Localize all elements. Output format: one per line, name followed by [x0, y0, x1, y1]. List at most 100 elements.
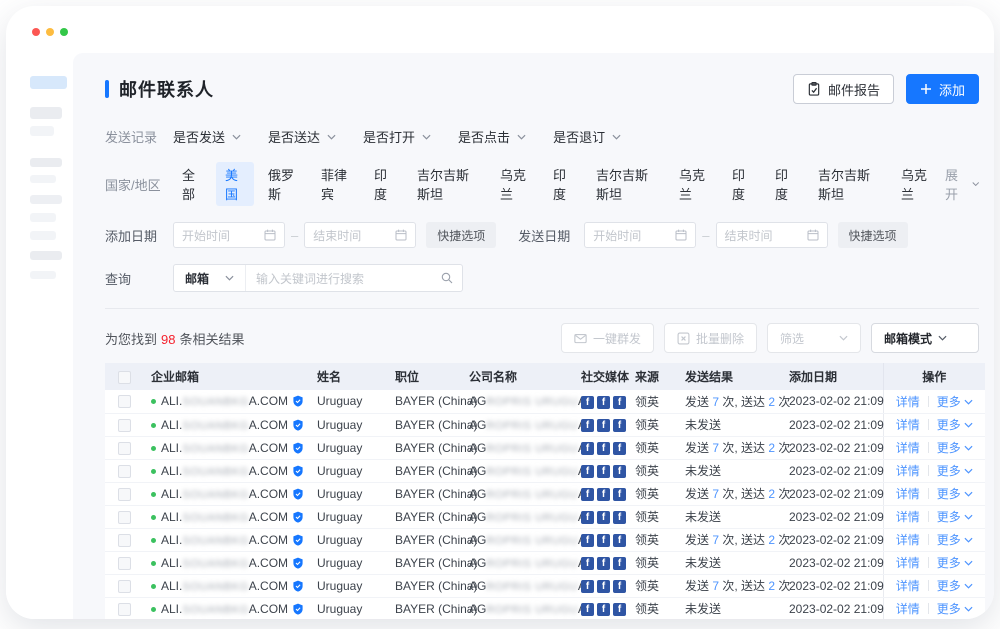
country-chip[interactable]: 俄罗斯 [259, 162, 307, 206]
detail-link[interactable]: 详情 [896, 602, 920, 616]
detail-link[interactable]: 详情 [896, 556, 920, 570]
filter-dropdown[interactable]: 是否送达 [268, 127, 336, 146]
filter-select[interactable]: 筛选 [767, 323, 861, 353]
email-cell[interactable]: ALI.SOUANBKGA.COM [143, 597, 309, 619]
email-cell[interactable]: ALI.SOUANBKGA.COM [143, 482, 309, 505]
country-chip[interactable]: 乌克兰 [670, 162, 718, 206]
facebook-icon[interactable]: f [581, 534, 594, 547]
email-cell[interactable]: ALI.SOUANBKGA.COM [143, 413, 309, 436]
row-checkbox[interactable] [118, 580, 131, 593]
facebook-icon[interactable]: f [597, 442, 610, 455]
facebook-icon[interactable]: f [581, 580, 594, 593]
facebook-icon[interactable]: f [581, 511, 594, 524]
filter-dropdown[interactable]: 是否点击 [458, 127, 526, 146]
maximize-window-dot[interactable] [60, 28, 68, 36]
facebook-icon[interactable]: f [597, 603, 610, 616]
more-link[interactable]: 更多 [937, 487, 973, 501]
more-link[interactable]: 更多 [937, 510, 973, 524]
country-chip[interactable]: 印度 [766, 162, 804, 206]
facebook-icon[interactable]: f [581, 465, 594, 478]
more-link[interactable]: 更多 [937, 579, 973, 593]
facebook-icon[interactable]: f [613, 511, 626, 524]
add-date-quick-options-button[interactable]: 快捷选项 [426, 222, 496, 248]
more-link[interactable]: 更多 [937, 602, 973, 616]
row-checkbox[interactable] [118, 419, 131, 432]
country-chip[interactable]: 吉尔吉斯斯坦 [408, 162, 486, 206]
more-link[interactable]: 更多 [937, 441, 973, 455]
detail-link[interactable]: 详情 [896, 510, 920, 524]
row-checkbox[interactable] [118, 442, 131, 455]
email-report-button[interactable]: 邮件报告 [793, 74, 894, 104]
facebook-icon[interactable]: f [613, 442, 626, 455]
facebook-icon[interactable]: f [597, 534, 610, 547]
add-date-end-input[interactable]: 结束时间 [304, 222, 416, 248]
country-chip[interactable]: 菲律宾 [312, 162, 360, 206]
more-link[interactable]: 更多 [937, 556, 973, 570]
more-link[interactable]: 更多 [937, 395, 973, 409]
filter-dropdown[interactable]: 是否打开 [363, 127, 431, 146]
email-cell[interactable]: ALI.SOUANBKGA.COM [143, 390, 309, 413]
country-chip[interactable]: 乌克兰 [892, 162, 940, 206]
close-window-dot[interactable] [32, 28, 40, 36]
filter-dropdown[interactable]: 是否发送 [173, 127, 241, 146]
row-checkbox[interactable] [118, 603, 131, 616]
row-checkbox[interactable] [118, 395, 131, 408]
facebook-icon[interactable]: f [613, 557, 626, 570]
send-date-start-input[interactable]: 开始时间 [584, 222, 696, 248]
detail-link[interactable]: 详情 [896, 464, 920, 478]
detail-link[interactable]: 详情 [896, 395, 920, 409]
facebook-icon[interactable]: f [581, 557, 594, 570]
facebook-icon[interactable]: f [581, 396, 594, 409]
minimize-window-dot[interactable] [46, 28, 54, 36]
mode-select[interactable]: 邮箱模式 [871, 323, 979, 353]
facebook-icon[interactable]: f [581, 603, 594, 616]
country-chip[interactable]: 印度 [544, 162, 582, 206]
more-link[interactable]: 更多 [937, 533, 973, 547]
select-all-checkbox[interactable] [118, 371, 131, 384]
search-icon[interactable] [441, 272, 453, 284]
send-date-quick-options-button[interactable]: 快捷选项 [838, 222, 908, 248]
country-chip[interactable]: 印度 [723, 162, 761, 206]
filter-dropdown[interactable]: 是否退订 [553, 127, 621, 146]
facebook-icon[interactable]: f [613, 419, 626, 432]
facebook-icon[interactable]: f [613, 488, 626, 501]
facebook-icon[interactable]: f [597, 511, 610, 524]
row-checkbox[interactable] [118, 488, 131, 501]
facebook-icon[interactable]: f [613, 465, 626, 478]
detail-link[interactable]: 详情 [896, 533, 920, 547]
facebook-icon[interactable]: f [597, 419, 610, 432]
facebook-icon[interactable]: f [597, 580, 610, 593]
query-field-select[interactable]: 邮箱 [174, 265, 246, 291]
facebook-icon[interactable]: f [613, 580, 626, 593]
email-cell[interactable]: ALI.SOUANBKGA.COM [143, 505, 309, 528]
facebook-icon[interactable]: f [581, 419, 594, 432]
email-cell[interactable]: ALI.SOUANBKGA.COM [143, 436, 309, 459]
more-link[interactable]: 更多 [937, 418, 973, 432]
add-button[interactable]: 添加 [906, 74, 979, 104]
detail-link[interactable]: 详情 [896, 418, 920, 432]
email-cell[interactable]: ALI.SOUANBKGA.COM [143, 551, 309, 574]
email-cell[interactable]: ALI.SOUANBKGA.COM [143, 574, 309, 597]
facebook-icon[interactable]: f [613, 396, 626, 409]
facebook-icon[interactable]: f [581, 488, 594, 501]
detail-link[interactable]: 详情 [896, 441, 920, 455]
country-chip[interactable]: 乌克兰 [491, 162, 539, 206]
expand-toggle[interactable]: 展开 [945, 165, 979, 203]
send-date-end-input[interactable]: 结束时间 [716, 222, 828, 248]
detail-link[interactable]: 详情 [896, 487, 920, 501]
row-checkbox[interactable] [118, 465, 131, 478]
facebook-icon[interactable]: f [597, 488, 610, 501]
facebook-icon[interactable]: f [613, 534, 626, 547]
more-link[interactable]: 更多 [937, 464, 973, 478]
country-chip[interactable]: 全部 [173, 162, 211, 206]
row-checkbox[interactable] [118, 534, 131, 547]
country-chip[interactable]: 美国 [216, 162, 254, 206]
facebook-icon[interactable]: f [597, 396, 610, 409]
facebook-icon[interactable]: f [597, 465, 610, 478]
add-date-start-input[interactable]: 开始时间 [173, 222, 285, 248]
country-chip[interactable]: 吉尔吉斯斯坦 [587, 162, 665, 206]
facebook-icon[interactable]: f [613, 603, 626, 616]
search-input[interactable]: 输入关键词进行搜索 [246, 270, 441, 287]
country-chip[interactable]: 印度 [365, 162, 403, 206]
facebook-icon[interactable]: f [597, 557, 610, 570]
